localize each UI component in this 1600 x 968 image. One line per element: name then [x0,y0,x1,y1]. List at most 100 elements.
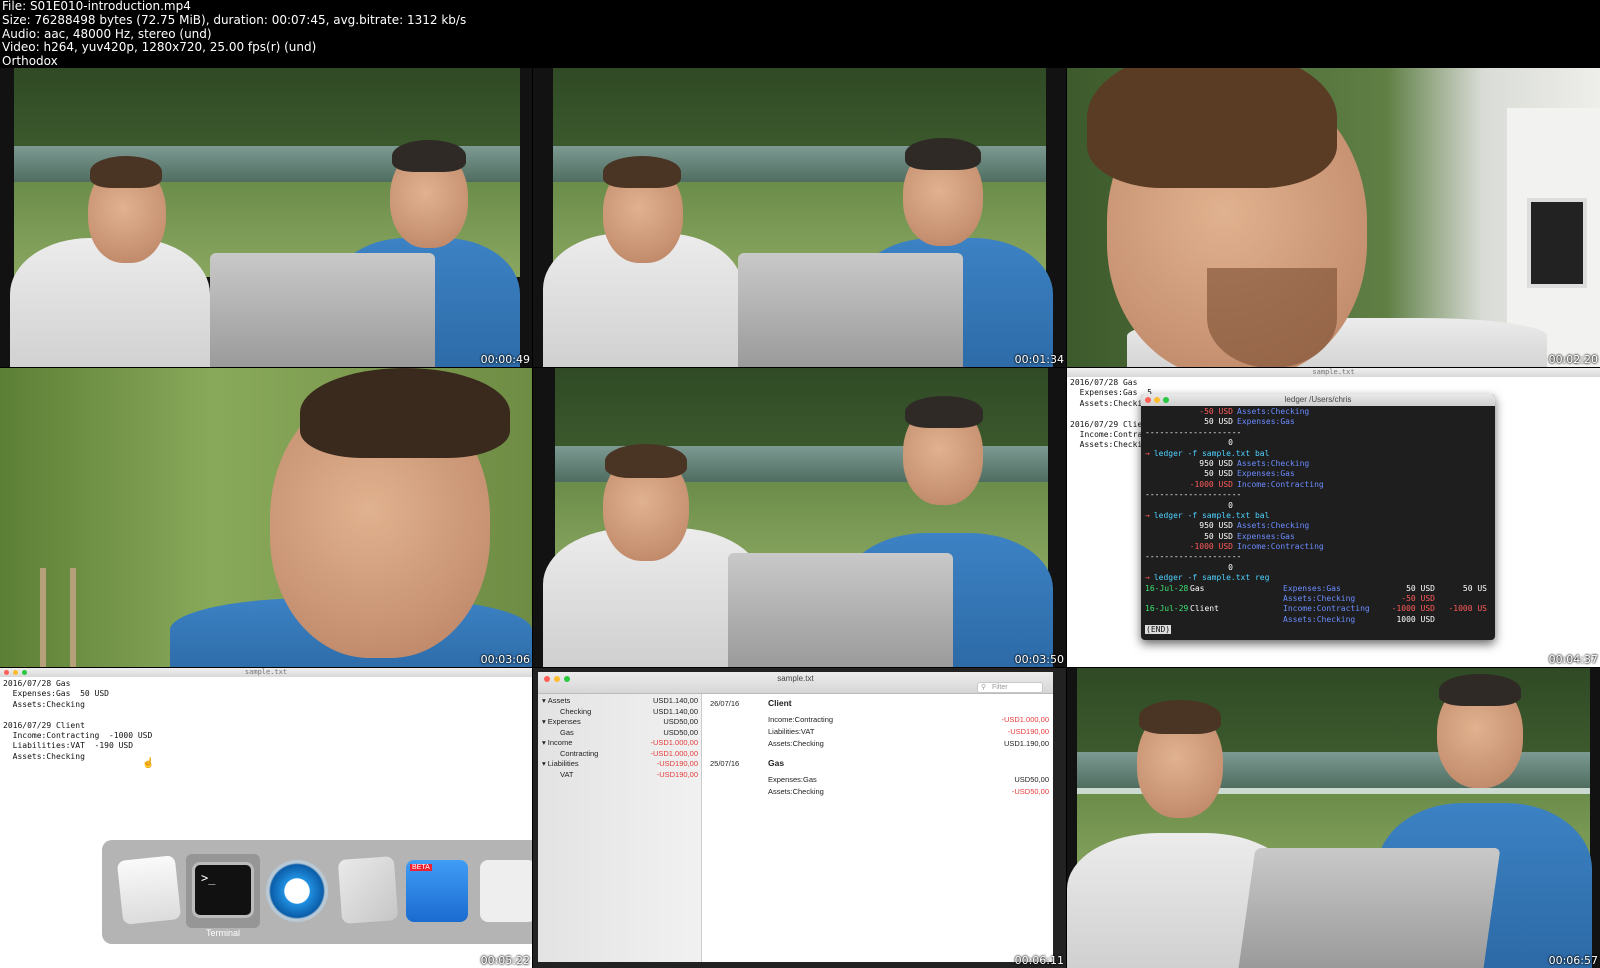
minimize-icon[interactable] [1154,397,1160,403]
terminal-app-icon[interactable]: >_ [192,862,254,918]
editor-line: Income:Contracting -1000 USD [3,730,153,740]
timestamp: 00:05:22 [480,954,530,967]
xcode-beta-icon[interactable]: BETA [406,860,468,922]
command: ledger -f sample.txt bal [1153,448,1270,458]
account: Income:Contracting [1237,542,1324,552]
terminal-line: -1000 USD Income:Contracting [1145,542,1491,552]
account-tree-item[interactable]: Gas USD50,00 [542,728,698,739]
amount: 950 USD [1199,521,1233,531]
account-name: VAT [560,769,574,779]
terminal-line: -------------------- [1145,490,1491,500]
disclosure-triangle-icon[interactable]: ▾ [542,738,546,747]
amount: 0 [1228,500,1233,510]
video-line: Video: h264, yuv420p, 1280x720, 25.00 fp… [2,40,317,55]
editor-title: sample.txt [244,668,288,676]
terminal-line: 0 [1145,438,1491,448]
zoom-icon[interactable] [1163,397,1169,403]
terminal-line: 50 USD Expenses:Gas [1145,469,1491,479]
account-tree-item[interactable]: ▾ Assets USD1.140,00 [542,696,698,707]
amount: -1000 USD [1189,479,1233,489]
amount: 50 USD [1204,469,1233,479]
thumbnail-4[interactable]: 00:03:06 [0,368,532,667]
thumbnail-2[interactable]: 00:01:34 [533,68,1066,367]
terminal-line: 950 USD Assets:Checking [1145,521,1491,531]
amount: 50 USD [1204,417,1233,427]
timestamp: 00:00:49 [480,353,530,366]
thumbnail-9[interactable]: 00:06:57 [1067,668,1600,968]
terminal-line: 50 USD Expenses:Gas [1145,417,1491,427]
posting-amount: USD1.190,00 [1003,739,1049,748]
timestamp: 00:03:06 [480,653,530,666]
zoom-icon[interactable] [22,670,27,675]
posting-account: Assets:Checking [768,739,824,748]
register-account: Expenses:Gas [1283,583,1341,593]
register-total: -1000 US [1448,604,1487,614]
instruments-icon[interactable] [337,856,399,924]
close-icon[interactable] [1145,397,1151,403]
thumbnail-5[interactable]: 00:03:50 [533,368,1066,667]
account-tree-item[interactable]: Contracting -USD1.000,00 [542,749,698,760]
disclosure-triangle-icon[interactable]: ▾ [542,717,546,726]
amount: -1000 USD [1189,542,1233,552]
editor-titlebar[interactable]: sample.txt [0,668,532,677]
posting-account: Expenses:Gas [768,775,817,784]
terminal-titlebar[interactable]: ledger /Users/chris [1141,394,1495,406]
timestamp: 00:01:34 [1014,353,1064,366]
ledger-app-window[interactable]: sample.txt ⚲ Filter ▾ Assets USD1.140,00 Che… [538,672,1053,962]
disclosure-triangle-icon[interactable]: ▾ [542,759,546,768]
transaction-payee: Gas [768,758,785,768]
dock-label-terminal: Terminal [205,928,240,938]
terminal-prompt-glyph: >_ [201,871,216,885]
editor-line: 2016/07/29 Client [3,720,85,730]
thumbnail-8[interactable]: sample.txt ⚲ Filter ▾ Assets USD1.140,00 Che… [533,668,1066,968]
app-icon[interactable] [480,860,532,922]
register-payee: Client [1190,604,1219,614]
terminal-line: 0 [1145,501,1491,511]
account-name: Liabilities [547,759,579,768]
terminal-line: 50 USD Expenses:Gas [1145,532,1491,542]
terminal-line: -50 USD Assets:Checking [1145,407,1491,417]
account-balance: USD1.140,00 [652,696,698,705]
separator: -------------------- [1145,490,1242,500]
timestamp: 00:02:20 [1548,353,1598,366]
account-name: Gas [560,727,574,737]
account-tree-item[interactable]: VAT -USD190,00 [542,770,698,781]
register-account: Assets:Checking [1283,594,1356,604]
register-amount: -50 USD [1401,594,1435,604]
account-tree-item[interactable]: ▾ Income -USD1.000,00 [542,738,698,749]
register-total: 50 US [1462,583,1487,593]
account-name: Contracting [560,748,599,758]
account-tree-item[interactable]: Checking USD1.140,00 [542,707,698,718]
account-tree-item[interactable]: ▾ Expenses USD50,00 [542,717,698,728]
disclosure-triangle-icon[interactable]: ▾ [542,696,546,705]
account-tree-item[interactable]: ▾ Liabilities -USD190,00 [542,759,698,770]
register-row: 16-Jul-29 Client Income:Contracting -1000 U… [1145,604,1491,614]
prompt-arrow-icon: → [1145,573,1150,583]
close-icon[interactable] [4,670,9,675]
account-name: Income [547,738,573,747]
account-balance: -USD190,00 [656,759,698,768]
minimize-icon[interactable] [13,670,18,675]
laptop [210,253,435,367]
account-balance: USD1.140,00 [652,706,698,716]
thumbnail-7[interactable]: sample.txt 2016/07/28 Gas Expenses:Gas 5… [0,668,532,968]
editor-line: Liabilities:VAT -190 USD [3,741,134,751]
window-titlebar[interactable]: sample.txt ⚲ Filter [538,672,1053,694]
thumbnail-1[interactable]: 00:00:49 [0,68,532,367]
account-tree-sidebar[interactable]: ▾ Assets USD1.140,00 Checking USD1.140,00 ▾ Ex… [538,694,702,962]
terminal-line: 950 USD Assets:Checking [1145,459,1491,469]
editor-line: Assets:Checking [3,751,85,761]
amount: -50 USD [1199,407,1233,416]
quicktime-icon[interactable] [266,860,328,922]
thumbnail-6[interactable]: sample.txt 2016/07/28 Gas Expenses:Gas 5… [1067,368,1600,667]
account-balance: -USD1.000,00 [650,748,698,758]
account-balance: USD50,00 [663,727,698,737]
thumbnail-3[interactable]: 00:02:20 [1067,68,1600,367]
account-name: Expenses [547,717,581,726]
transaction-payee: Client [768,698,792,708]
textedit-icon[interactable] [116,855,182,925]
transaction-list[interactable]: 26/07/16 Client Income:Contracting -USD1.00… [708,694,1053,962]
filter-input[interactable]: ⚲ Filter [977,682,1043,693]
terminal-window[interactable]: ledger /Users/chris -50 USD Assets:Checki… [1141,394,1495,640]
dock: >_ Terminal BETA [102,840,532,944]
